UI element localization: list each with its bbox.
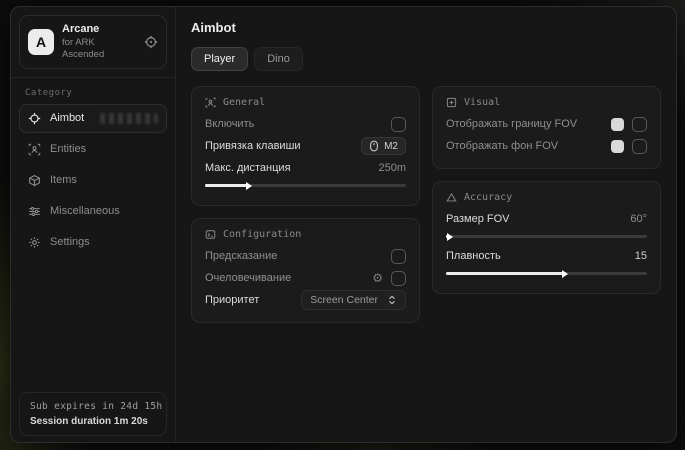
panel-configuration: Configuration Предсказание Очеловечивани… [191, 218, 420, 323]
tab-player[interactable]: Player [191, 47, 248, 71]
app-name: Arcane [62, 23, 136, 37]
main-content: Aimbot Player Dino General Включит [176, 7, 676, 442]
row-prediction: Предсказание [205, 245, 406, 267]
fov-size-value: 60° [630, 213, 647, 225]
row-enable: Включить [205, 113, 406, 135]
panel-general: General Включить Привязка клавиши M2 [191, 86, 420, 206]
sidebar-item-aimbot[interactable]: Aimbot [19, 104, 167, 133]
sliders-icon [28, 205, 41, 218]
page-title: Aimbot [191, 20, 661, 35]
sidebar-item-label: Settings [50, 236, 90, 248]
fov-border-label: Отображать границу FOV [446, 118, 577, 130]
enable-checkbox[interactable] [391, 117, 406, 132]
person-scan-icon [28, 143, 41, 156]
row-priority: Приоритет Screen Center [205, 289, 406, 311]
app-subtitle: for ARK Ascended [62, 37, 136, 61]
priority-label: Приоритет [205, 294, 259, 306]
sidebar-item-miscellaneous[interactable]: Miscellaneous [19, 197, 167, 226]
fov-border-color-swatch[interactable] [611, 118, 624, 131]
sidebar-item-label: Miscellaneous [50, 205, 120, 217]
app-logo: A [28, 29, 54, 55]
slider-thumb[interactable] [246, 182, 252, 190]
category-label: Category [11, 78, 175, 104]
keybind-button[interactable]: M2 [361, 137, 406, 155]
session-duration-text: Session duration 1m 20s [30, 416, 156, 427]
humanize-settings-gear-icon[interactable]: ⚙ [372, 272, 383, 284]
fov-size-slider[interactable] [446, 235, 647, 238]
fov-bg-color-swatch[interactable] [611, 140, 624, 153]
brand-card: A Arcane for ARK Ascended [19, 15, 167, 69]
panel-title: Accuracy [464, 192, 512, 203]
panel-title: Visual [464, 97, 500, 108]
sidebar-item-settings[interactable]: Settings [19, 228, 167, 257]
fov-bg-label: Отображать фон FOV [446, 140, 558, 152]
sidebar-item-label: Entities [50, 143, 86, 155]
sub-expires-text: Sub expires in 24d 15h [30, 401, 156, 412]
row-fov-bg: Отображать фон FOV [446, 135, 647, 157]
row-keybind: Привязка клавиши M2 [205, 135, 406, 157]
panel-general-header: General [205, 97, 406, 108]
panel-accuracy-header: Accuracy [446, 192, 647, 203]
session-card: Sub expires in 24d 15h Session duration … [19, 392, 167, 436]
sidebar: A Arcane for ARK Ascended Category [11, 7, 176, 442]
priority-dropdown[interactable]: Screen Center [301, 290, 406, 310]
row-max-distance: Макс. дистанция 250m [205, 157, 406, 179]
right-column: Visual Отображать границу FOV Отображать… [432, 86, 661, 294]
slider-thumb[interactable] [562, 270, 568, 278]
brand-text: Arcane for ARK Ascended [62, 23, 136, 61]
panel-accuracy: Accuracy Размер FOV 60° Плавность 15 [432, 181, 661, 294]
smoothness-label: Плавность [446, 250, 501, 262]
max-distance-value: 250m [378, 162, 406, 174]
target-icon[interactable] [144, 35, 158, 49]
tab-dino[interactable]: Dino [254, 47, 303, 71]
sidebar-item-items[interactable]: Items [19, 166, 167, 195]
panel-title: Configuration [223, 229, 301, 240]
box-icon [28, 174, 41, 187]
fov-border-checkbox[interactable] [632, 117, 647, 132]
row-humanize: Очеловечивание ⚙ [205, 267, 406, 289]
row-smoothness: Плавность 15 [446, 245, 647, 267]
enable-label: Включить [205, 118, 254, 130]
slider-thumb[interactable] [447, 233, 453, 241]
cheat-window: A Arcane for ARK Ascended Category [10, 6, 677, 443]
panel-configuration-header: Configuration [205, 229, 406, 240]
max-distance-slider[interactable] [205, 184, 406, 187]
panel-visual-header: Visual [446, 97, 647, 108]
crosshair-icon [28, 112, 41, 125]
panel-title: General [223, 97, 265, 108]
humanize-label: Очеловечивание [205, 272, 291, 284]
humanize-checkbox[interactable] [391, 271, 406, 286]
row-fov-size: Размер FOV 60° [446, 208, 647, 230]
smoothness-slider[interactable] [446, 272, 647, 275]
priority-value: Screen Center [310, 294, 378, 306]
prediction-label: Предсказание [205, 250, 277, 262]
max-distance-label: Макс. дистанция [205, 162, 291, 174]
left-column: General Включить Привязка клавиши M2 [191, 86, 420, 323]
sidebar-item-entities[interactable]: Entities [19, 135, 167, 164]
person-target-icon [205, 97, 216, 108]
keybind-label: Привязка клавиши [205, 140, 301, 152]
tab-bar: Player Dino [191, 47, 661, 71]
frame-plus-icon [446, 97, 457, 108]
mouse-icon [369, 140, 379, 152]
fov-bg-checkbox[interactable] [632, 139, 647, 154]
triangle-icon [446, 192, 457, 203]
panel-columns: General Включить Привязка клавиши M2 [191, 86, 661, 323]
panel-visual: Visual Отображать границу FOV Отображать… [432, 86, 661, 169]
prediction-checkbox[interactable] [391, 249, 406, 264]
row-fov-border: Отображать границу FOV [446, 113, 647, 135]
sidebar-item-label: Items [50, 174, 77, 186]
watermark-ghost [100, 113, 158, 124]
sidebar-nav: Aimbot Entities Items [11, 104, 175, 257]
fov-size-label: Размер FOV [446, 213, 509, 225]
sidebar-item-label: Aimbot [50, 112, 84, 124]
gear-icon [28, 236, 41, 249]
chevrons-up-down-icon [387, 295, 397, 305]
smoothness-value: 15 [635, 250, 647, 262]
terminal-icon [205, 229, 216, 240]
